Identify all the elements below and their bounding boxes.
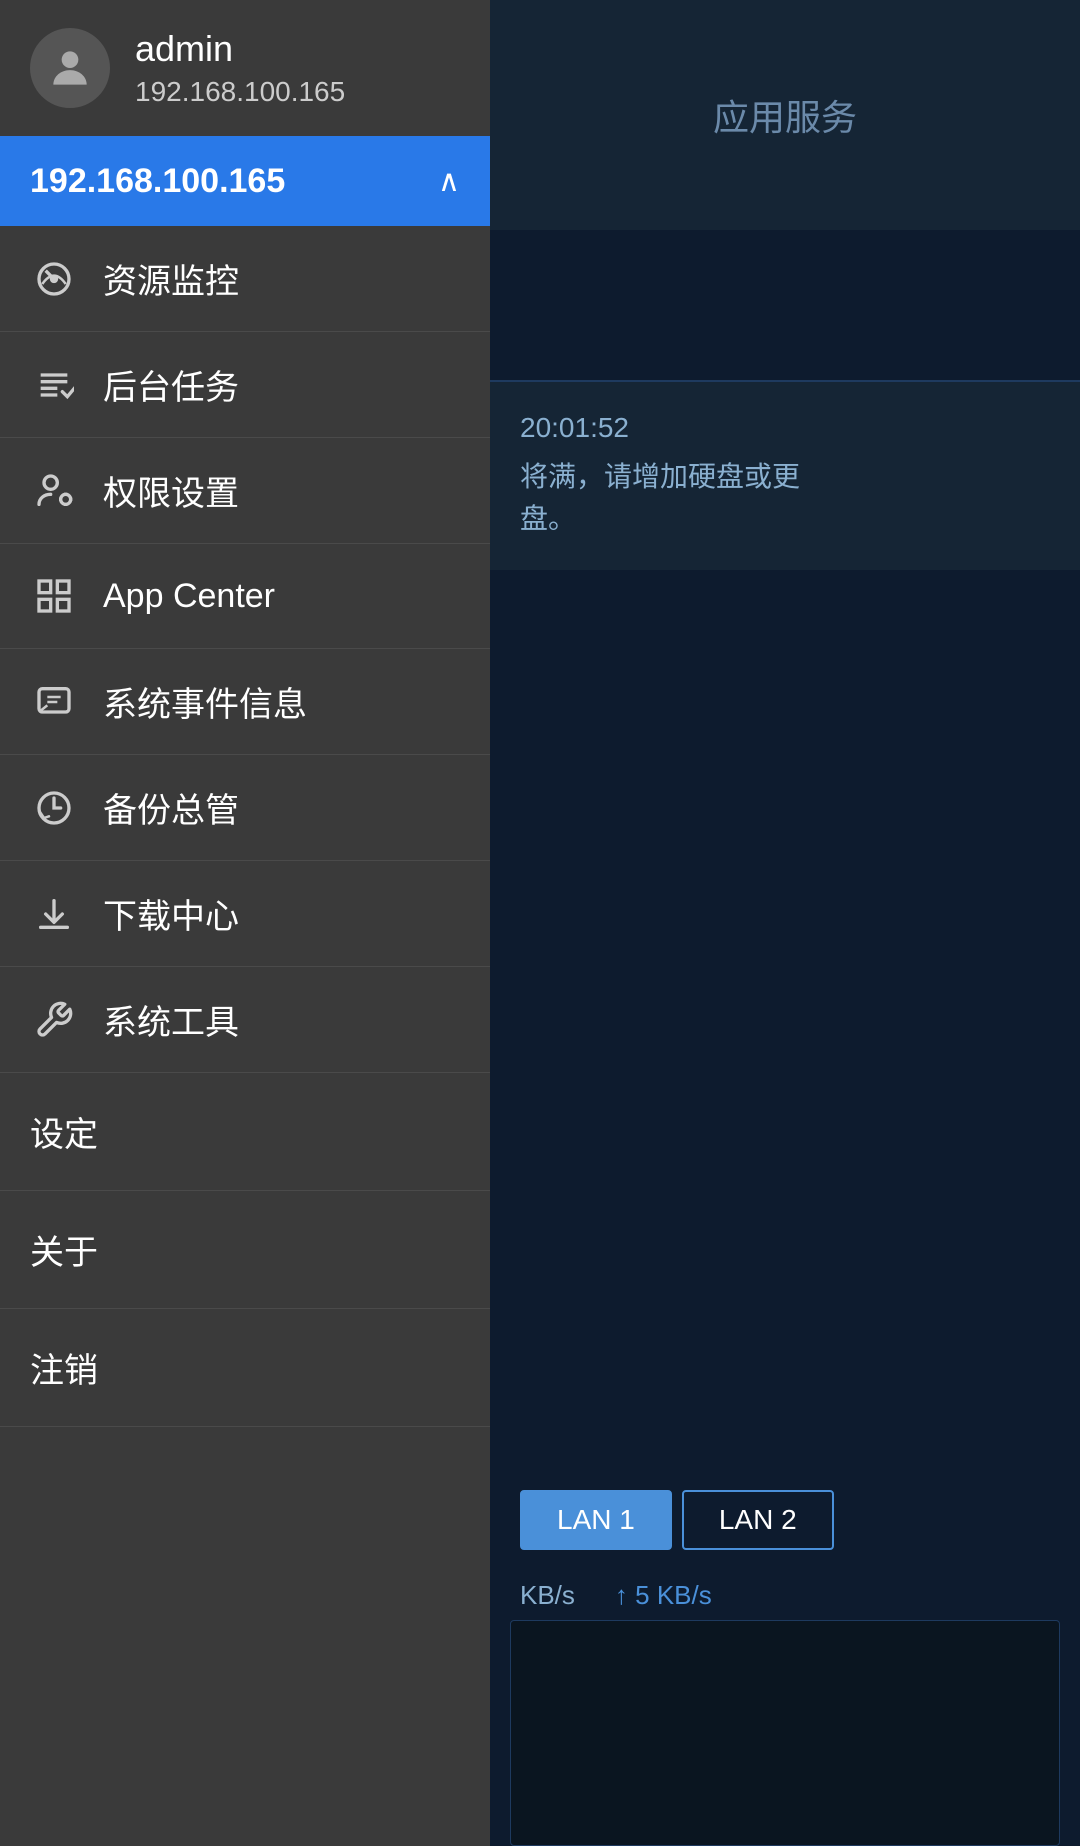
username: admin: [135, 28, 345, 70]
app-service-tab: 应用服务: [713, 89, 857, 141]
tools-icon: [30, 996, 78, 1044]
app-center-label: App Center: [103, 577, 275, 616]
active-server-row[interactable]: 192.168.100.165 ∧: [0, 136, 490, 226]
avatar: [30, 28, 110, 108]
chevron-up-icon: ∧: [438, 164, 460, 199]
background-tasks-label: 后台任务: [103, 360, 239, 409]
chart-area: [510, 1620, 1060, 1846]
sidebar-item-resource-monitor[interactable]: 资源监控: [0, 226, 490, 332]
message-icon: [30, 678, 78, 726]
download-center-label: 下载中心: [103, 889, 239, 938]
notification-text-1: 将满，请增加硬盘或更: [520, 456, 1050, 498]
person-icon: [45, 43, 95, 93]
download-icon: [30, 890, 78, 938]
user-ip: 192.168.100.165: [135, 76, 345, 108]
tasks-icon: [30, 361, 78, 409]
lan2-tab[interactable]: LAN 2: [682, 1490, 834, 1550]
speed-up: ↑ 5 KB/s: [615, 1580, 712, 1611]
sidebar-item-app-center[interactable]: App Center: [0, 544, 490, 649]
speed-down: KB/s: [520, 1580, 575, 1611]
sidebar-item-system-tools[interactable]: 系统工具: [0, 967, 490, 1073]
user-header: admin 192.168.100.165: [0, 0, 490, 136]
permissions-label: 权限设置: [103, 466, 239, 515]
resource-monitor-label: 资源监控: [103, 254, 239, 303]
notification-time: 20:01:52: [520, 412, 1050, 444]
sidebar-item-download-center[interactable]: 下载中心: [0, 861, 490, 967]
grid-icon: [30, 572, 78, 620]
system-tools-label: 系统工具: [103, 995, 239, 1044]
sidebar-item-background-tasks[interactable]: 后台任务: [0, 332, 490, 438]
person-settings-icon: [30, 467, 78, 515]
system-events-label: 系统事件信息: [103, 677, 307, 726]
side-menu: admin 192.168.100.165 192.168.100.165 ∧ …: [0, 0, 490, 1846]
backup-manager-label: 备份总管: [103, 783, 239, 832]
settings-label: 设定: [30, 1116, 98, 1154]
user-info: admin 192.168.100.165: [135, 28, 345, 108]
lan1-tab[interactable]: LAN 1: [520, 1490, 672, 1550]
lan-tabs: LAN 1 LAN 2: [490, 1470, 1080, 1570]
sidebar-item-logout[interactable]: 注销: [0, 1309, 490, 1427]
gauge-icon: [30, 255, 78, 303]
bg-header: 应用服务: [490, 0, 1080, 230]
sidebar-item-about[interactable]: 关于: [0, 1191, 490, 1309]
sidebar-item-permissions[interactable]: 权限设置: [0, 438, 490, 544]
sidebar-item-system-events[interactable]: 系统事件信息: [0, 649, 490, 755]
sidebar-item-backup-manager[interactable]: 备份总管: [0, 755, 490, 861]
bg-notification: 20:01:52 将满，请增加硬盘或更 盘。: [490, 380, 1080, 570]
active-server-ip: 192.168.100.165: [30, 162, 285, 201]
menu-items-container: 资源监控 后台任务: [0, 226, 490, 1846]
sidebar-item-settings[interactable]: 设定: [0, 1073, 490, 1191]
logout-label: 注销: [30, 1352, 98, 1390]
lan-speed: KB/s ↑ 5 KB/s: [490, 1570, 1080, 1621]
about-label: 关于: [30, 1234, 98, 1272]
lan-section: LAN 1 LAN 2 KB/s ↑ 5 KB/s: [490, 1470, 1080, 1621]
notification-text-2: 盘。: [520, 498, 1050, 540]
backup-icon: [30, 784, 78, 832]
